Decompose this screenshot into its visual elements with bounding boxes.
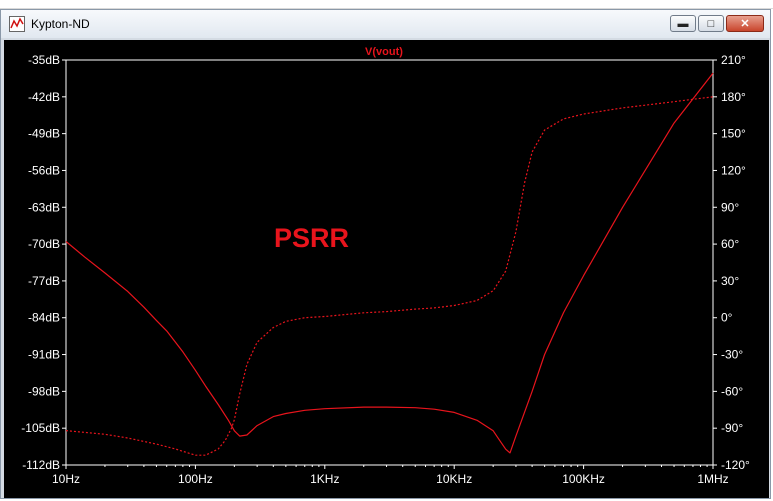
x-tick-label: 1MHz (697, 472, 728, 486)
left-tick-label: -49dB (28, 127, 60, 141)
minimize-button[interactable]: ▬ (670, 15, 696, 32)
close-button[interactable]: ✕ (726, 15, 764, 32)
left-tick-label: -105dB (21, 421, 60, 435)
x-tick-label: 1KHz (310, 472, 339, 486)
minimize-icon: ▬ (677, 17, 689, 30)
left-tick-label: -98dB (28, 384, 60, 398)
close-icon: ✕ (740, 18, 750, 30)
plot-window: Kypton-ND ▬ □ ✕ 10Hz 100Hz 1KHz 10KHz 100KHz… (0, 9, 771, 499)
right-tick-label: 0° (721, 311, 733, 325)
right-tick-label: 210° (721, 53, 746, 67)
waveform-icon (9, 16, 25, 32)
magnitude-series-line (65, 72, 714, 454)
psrr-annotation: PSRR (274, 223, 349, 253)
right-tick-label: -30° (721, 348, 743, 362)
x-tick-label: 10KHz (436, 472, 472, 486)
left-tick-label: -70dB (28, 237, 60, 251)
maximize-button[interactable]: □ (698, 15, 724, 32)
right-tick-label: -60° (721, 384, 743, 398)
right-tick-label: -90° (721, 421, 743, 435)
taskbar-strip (0, 0, 773, 9)
right-tick-label: 30° (721, 274, 739, 288)
right-tick-label: 120° (721, 163, 746, 177)
plot-area[interactable]: 10Hz 100Hz 1KHz 10KHz 100KHz 1MHz -35dB -42dB -4… (4, 40, 769, 498)
right-tick-label: 180° (721, 90, 746, 104)
psrr-chart[interactable]: 10Hz 100Hz 1KHz 10KHz 100KHz 1MHz -35dB -42dB -4… (4, 40, 769, 498)
x-tick-label: 100Hz (178, 472, 213, 486)
plot-frame (65, 59, 714, 466)
chart-title: V(vout) (365, 46, 403, 58)
x-tick-label: 100KHz (562, 472, 605, 486)
left-tick-label: -56dB (28, 163, 60, 177)
left-tick-label: -112dB (22, 458, 60, 472)
left-tick-label: -91dB (28, 348, 60, 362)
right-tick-label: 60° (721, 237, 739, 251)
right-tick-label: -120° (721, 458, 750, 472)
left-tick-label: -35dB (28, 53, 60, 67)
left-tick-label: -84dB (28, 311, 60, 325)
left-tick-label: -77dB (28, 274, 60, 288)
x-tick-label: 10Hz (52, 472, 80, 486)
right-tick-label: 90° (721, 200, 739, 214)
right-tick-label: 150° (721, 127, 746, 141)
left-tick-label: -42dB (28, 90, 60, 104)
phase-series-line (65, 96, 714, 456)
title-bar[interactable]: Kypton-ND ▬ □ ✕ (1, 10, 770, 38)
window-title: Kypton-ND (31, 17, 90, 31)
left-tick-label: -63dB (28, 200, 60, 214)
maximize-icon: □ (707, 17, 715, 30)
